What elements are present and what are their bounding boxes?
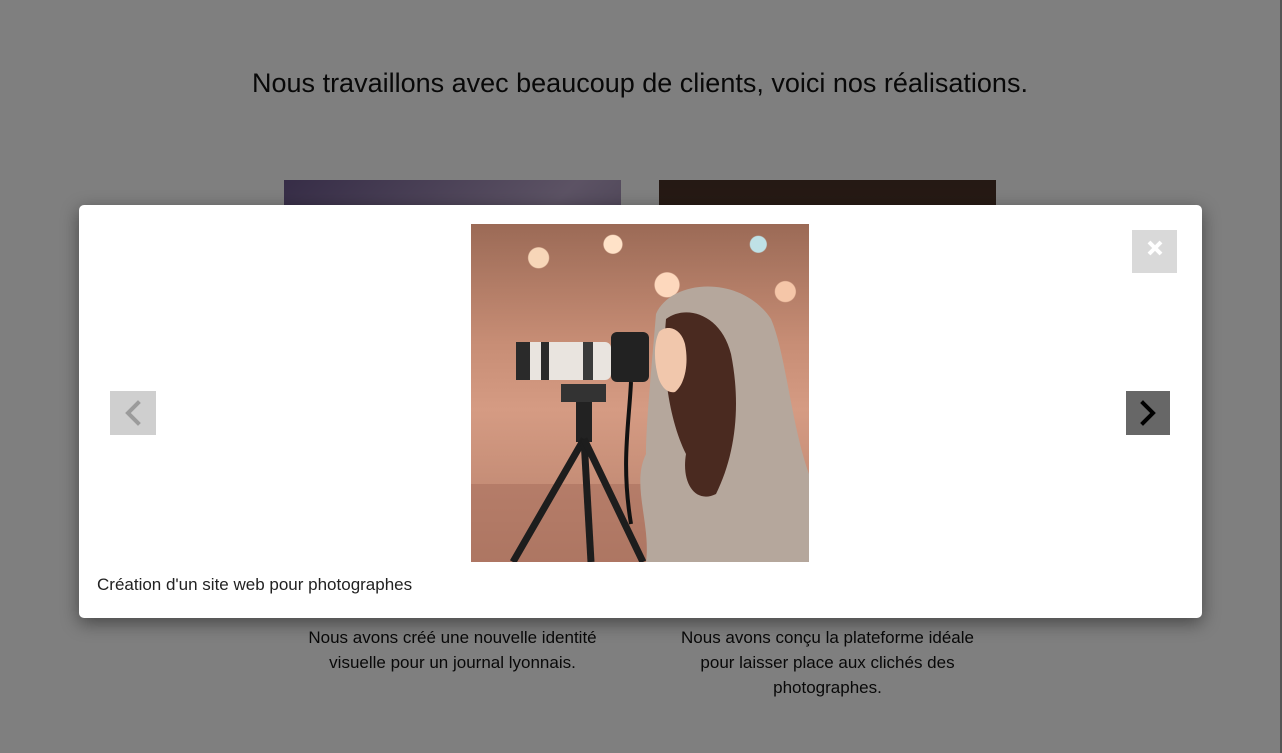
chevron-left-icon xyxy=(125,400,141,426)
lightbox-modal: Création d'un site web pour photographes xyxy=(79,205,1202,618)
chevron-right-icon xyxy=(1140,400,1156,426)
next-button[interactable] xyxy=(1126,391,1170,435)
close-button[interactable] xyxy=(1132,230,1177,273)
close-icon xyxy=(1147,240,1162,256)
photographer-image xyxy=(471,286,809,562)
lightbox-caption: Création d'un site web pour photographes xyxy=(97,575,413,594)
lightbox-image xyxy=(471,224,809,562)
previous-button[interactable] xyxy=(110,391,156,435)
